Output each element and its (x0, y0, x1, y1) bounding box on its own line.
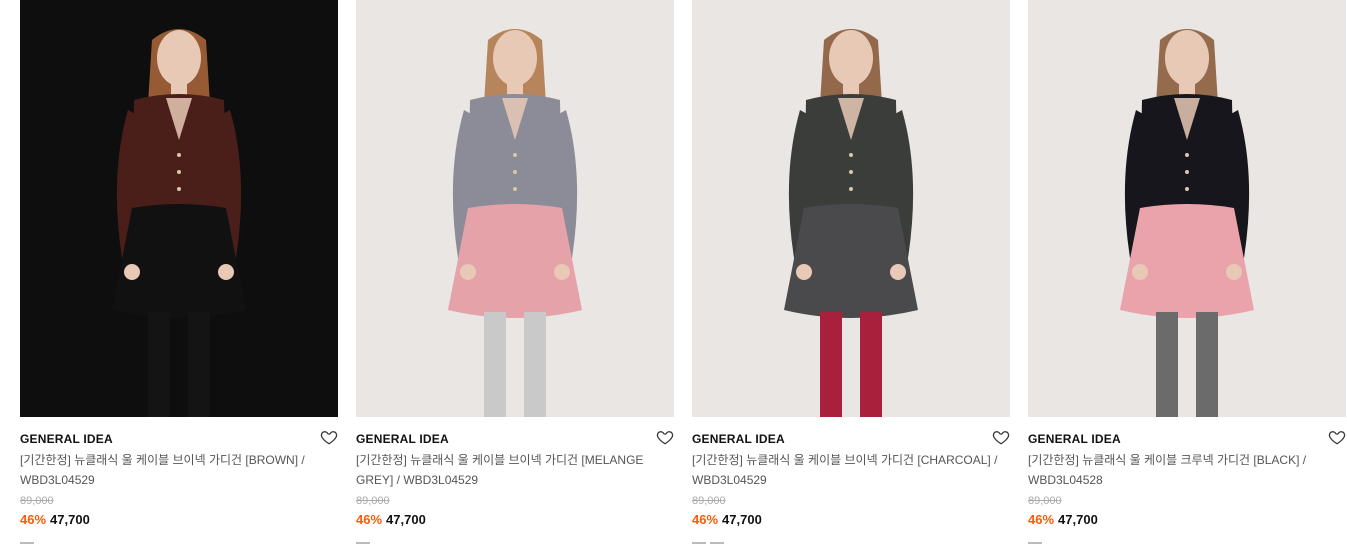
discount-rate: 46% (356, 512, 383, 527)
product-card[interactable]: GENERAL IDEA [기간한정] 뉴클래식 울 케이블 크루넥 가디건 [… (1028, 0, 1346, 546)
review-meta-cutoff (356, 536, 674, 546)
product-title[interactable]: [기간한정] 뉴클래식 울 케이블 브이넥 가디건 [CHARCOAL] / W… (692, 450, 1010, 490)
product-image[interactable] (20, 0, 338, 417)
product-card[interactable]: GENERAL IDEA [기간한정] 뉴클래식 울 케이블 브이넥 가디건 [… (692, 0, 1010, 546)
review-meta-cutoff (692, 536, 1010, 546)
discount-rate: 46% (20, 512, 47, 527)
review-meta-cutoff (1028, 536, 1346, 546)
sale-price: 47,700 (1058, 512, 1098, 527)
product-image[interactable] (356, 0, 674, 417)
heart-outline-icon[interactable] (320, 428, 338, 446)
brand-name[interactable]: GENERAL IDEA (20, 431, 338, 447)
sale-price: 47,700 (722, 512, 762, 527)
heart-outline-icon[interactable] (656, 428, 674, 446)
model-photo-charcoal-cardigan[interactable] (692, 0, 1010, 417)
sale-price-line: 46% 47,700 (20, 512, 338, 528)
brand-name[interactable]: GENERAL IDEA (692, 431, 1010, 447)
product-info: GENERAL IDEA [기간한정] 뉴클래식 울 케이블 브이넥 가디건 [… (20, 417, 338, 546)
product-title[interactable]: [기간한정] 뉴클래식 울 케이블 브이넥 가디건 [BROWN] / WBD3… (20, 450, 338, 490)
product-info: GENERAL IDEA [기간한정] 뉴클래식 울 케이블 브이넥 가디건 [… (692, 417, 1010, 546)
sale-price-line: 46% 47,700 (1028, 512, 1346, 528)
sale-price: 47,700 (386, 512, 426, 527)
original-price: 89,000 (20, 495, 54, 507)
sale-price-line: 46% 47,700 (356, 512, 674, 528)
product-card[interactable]: GENERAL IDEA [기간한정] 뉴클래식 울 케이블 브이넥 가디건 [… (356, 0, 674, 546)
product-title[interactable]: [기간한정] 뉴클래식 울 케이블 브이넥 가디건 [MELANGE GREY]… (356, 450, 674, 490)
brand-name[interactable]: GENERAL IDEA (356, 431, 674, 447)
product-image[interactable] (692, 0, 1010, 417)
brand-name[interactable]: GENERAL IDEA (1028, 431, 1346, 447)
original-price: 89,000 (1028, 495, 1062, 507)
model-photo-grey-cardigan[interactable] (356, 0, 674, 417)
product-grid: GENERAL IDEA [기간한정] 뉴클래식 울 케이블 브이넥 가디건 [… (0, 0, 1347, 547)
product-info: GENERAL IDEA [기간한정] 뉴클래식 울 케이블 브이넥 가디건 [… (356, 417, 674, 546)
sale-price-line: 46% 47,700 (692, 512, 1010, 528)
heart-outline-icon[interactable] (992, 428, 1010, 446)
discount-rate: 46% (692, 512, 719, 527)
model-photo-black-cardigan[interactable] (1028, 0, 1346, 417)
model-photo-brown-cardigan[interactable] (20, 0, 338, 417)
sale-price: 47,700 (50, 512, 90, 527)
product-title[interactable]: [기간한정] 뉴클래식 울 케이블 크루넥 가디건 [BLACK] / WBD3… (1028, 450, 1346, 490)
original-price: 89,000 (356, 495, 390, 507)
original-price: 89,000 (692, 495, 726, 507)
heart-outline-icon[interactable] (1328, 428, 1346, 446)
product-info: GENERAL IDEA [기간한정] 뉴클래식 울 케이블 크루넥 가디건 [… (1028, 417, 1346, 546)
review-meta-cutoff (20, 536, 338, 546)
product-card[interactable]: GENERAL IDEA [기간한정] 뉴클래식 울 케이블 브이넥 가디건 [… (20, 0, 338, 546)
discount-rate: 46% (1028, 512, 1055, 527)
product-image[interactable] (1028, 0, 1346, 417)
